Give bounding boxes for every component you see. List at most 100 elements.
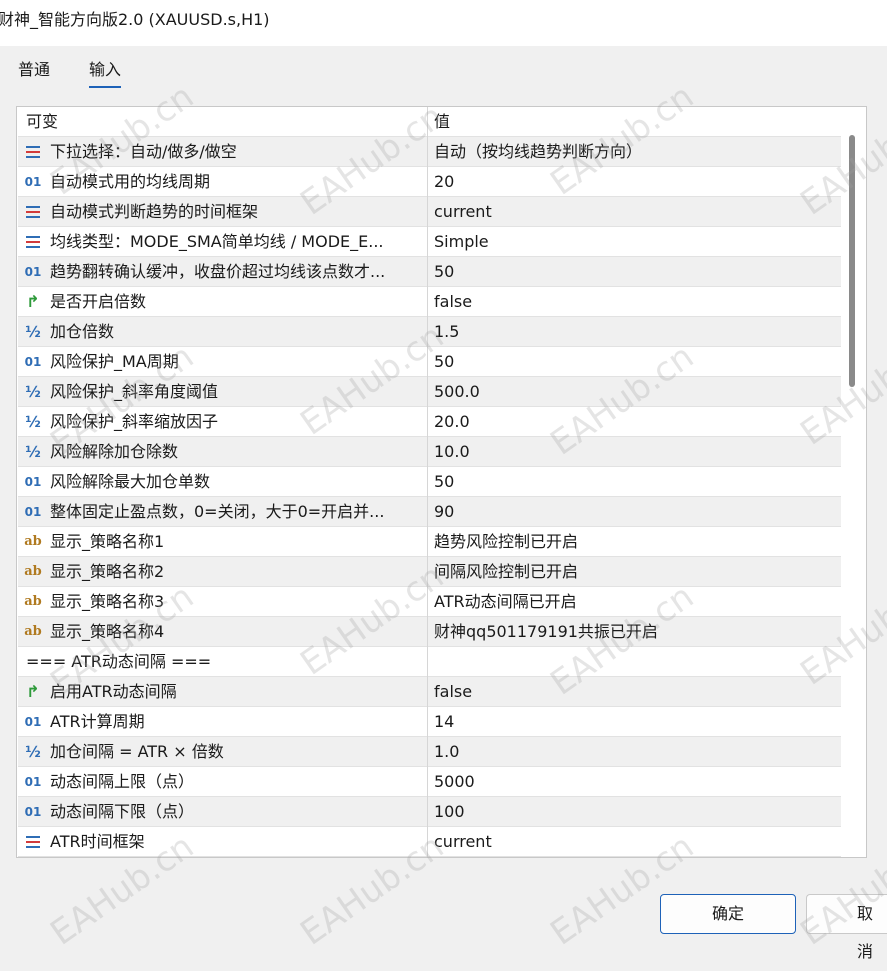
row-name-text: 风险保护_斜率缩放因子 [50, 412, 219, 431]
table-row[interactable]: ab 显示_策略名称3 ATR动态间隔已开启 [18, 587, 841, 617]
table-row[interactable]: === ATR动态间隔 === [18, 647, 841, 677]
row-value[interactable]: 50 [428, 347, 841, 377]
table-row[interactable]: 01 自动模式用的均线周期 20 [18, 167, 841, 197]
table-row[interactable]: ab 显示_策略名称4 财神qq501179191共振已开启 [18, 617, 841, 647]
row-value[interactable]: 14 [428, 707, 841, 737]
row-value[interactable]: 50 [428, 257, 841, 287]
row-variable-name: 01 风险保护_MA周期 [18, 347, 428, 377]
row-variable-name: === ATR动态间隔 === [18, 647, 428, 677]
row-name-text: === ATR动态间隔 === [26, 652, 212, 671]
row-value[interactable]: 100 [428, 797, 841, 827]
row-value[interactable]: 财神qq501179191共振已开启 [428, 617, 841, 647]
row-name-text: 自动模式用的均线周期 [50, 172, 211, 191]
row-value[interactable]: 50 [428, 467, 841, 497]
string-icon: ab [24, 594, 42, 609]
row-variable-name: 01 整体固定止盈点数，0=关闭，大于0=开启并... [18, 497, 428, 527]
row-name-text: 显示_策略名称1 [50, 532, 165, 551]
row-variable-name: 01 自动模式用的均线周期 [18, 167, 428, 197]
window-title: 财神_智能方向版2.0 (XAUUSD.s,H1) [0, 10, 270, 29]
table-row[interactable]: 01 整体固定止盈点数，0=关闭，大于0=开启并... 90 [18, 497, 841, 527]
table-row[interactable]: ½ 加仓倍数 1.5 [18, 317, 841, 347]
table-row[interactable]: ½ 风险保护_斜率缩放因子 20.0 [18, 407, 841, 437]
row-name-text: 显示_策略名称3 [50, 592, 165, 611]
table-row[interactable]: 下拉选择：自动/做多/做空 自动（按均线趋势判断方向） [18, 137, 841, 167]
row-value[interactable]: false [428, 287, 841, 317]
table-row[interactable]: ATR时间框架 current [18, 827, 841, 857]
table-row[interactable]: 01 动态间隔上限（点） 5000 [18, 767, 841, 797]
enum-icon [24, 144, 42, 160]
row-variable-name: ½ 风险保护_斜率缩放因子 [18, 407, 428, 437]
table-row[interactable]: ½ 加仓间隔 = ATR × 倍数 1.0 [18, 737, 841, 767]
int-icon: 01 [24, 355, 42, 369]
row-name-text: 风险保护_斜率角度阈值 [50, 382, 219, 401]
row-name-text: 风险解除加仓除数 [50, 442, 179, 461]
row-name-text: 风险保护_MA周期 [50, 352, 179, 371]
row-variable-name: 01 风险解除最大加仓单数 [18, 467, 428, 497]
table-row[interactable]: 01 风险保护_MA周期 50 [18, 347, 841, 377]
row-name-text: 趋势翻转确认缓冲，收盘价超过均线该点数才... [50, 262, 386, 281]
table-row[interactable]: ↱ 启用ATR动态间隔 false [18, 677, 841, 707]
row-value[interactable] [428, 647, 841, 677]
inputs-grid: 可变 值 下拉选择：自动/做多/做空 自动（按均线趋势判断方向） 01 自动模式用的均… [16, 106, 867, 858]
int-icon: 01 [24, 715, 42, 729]
row-value[interactable]: 间隔风险控制已开启 [428, 557, 841, 587]
row-value[interactable]: 500.0 [428, 377, 841, 407]
row-variable-name: 01 动态间隔上限（点） [18, 767, 428, 797]
row-variable-name: ↱ 是否开启倍数 [18, 287, 428, 317]
table-row[interactable]: ab 显示_策略名称1 趋势风险控制已开启 [18, 527, 841, 557]
row-value[interactable]: 1.5 [428, 317, 841, 347]
table-row[interactable]: ↱ 是否开启倍数 false [18, 287, 841, 317]
row-variable-name: ½ 加仓倍数 [18, 317, 428, 347]
tab-common[interactable]: 普通 [18, 58, 50, 82]
row-name-text: 动态间隔上限（点） [50, 772, 195, 791]
table-row[interactable]: 01 动态间隔下限（点） 100 [18, 797, 841, 827]
enum-icon [24, 204, 42, 220]
row-value[interactable]: current [428, 197, 841, 227]
row-value[interactable]: 5000 [428, 767, 841, 797]
row-name-text: ATR时间框架 [50, 832, 145, 851]
header-value[interactable]: 值 [428, 107, 841, 137]
row-variable-name: 自动模式判断趋势的时间框架 [18, 197, 428, 227]
scrollbar-thumb[interactable] [849, 135, 855, 387]
table-row[interactable]: ½ 风险保护_斜率角度阈值 500.0 [18, 377, 841, 407]
table-row[interactable]: ab 显示_策略名称2 间隔风险控制已开启 [18, 557, 841, 587]
ok-button[interactable]: 确定 [660, 894, 796, 934]
row-variable-name: ab 显示_策略名称2 [18, 557, 428, 587]
table-row[interactable]: 01 风险解除最大加仓单数 50 [18, 467, 841, 497]
int-icon: 01 [24, 805, 42, 819]
row-name-text: 自动模式判断趋势的时间框架 [50, 202, 259, 221]
row-value[interactable]: Simple [428, 227, 841, 257]
row-value[interactable]: 20.0 [428, 407, 841, 437]
grid-header: 可变 值 [18, 107, 841, 137]
row-value[interactable]: 90 [428, 497, 841, 527]
row-value[interactable]: false [428, 677, 841, 707]
header-variable[interactable]: 可变 [18, 107, 428, 137]
row-value[interactable]: 1.0 [428, 737, 841, 767]
row-value[interactable]: 10.0 [428, 437, 841, 467]
cancel-button[interactable]: 取消 [806, 894, 887, 961]
row-name-text: 下拉选择：自动/做多/做空 [50, 142, 237, 161]
row-variable-name: ½ 风险保护_斜率角度阈值 [18, 377, 428, 407]
row-variable-name: 下拉选择：自动/做多/做空 [18, 137, 428, 167]
table-row[interactable]: 均线类型：MODE_SMA简单均线 / MODE_E... Simple [18, 227, 841, 257]
vertical-scrollbar[interactable] [841, 107, 865, 857]
row-variable-name: ATR时间框架 [18, 827, 428, 857]
table-row[interactable]: 01 ATR计算周期 14 [18, 707, 841, 737]
row-value[interactable]: 趋势风险控制已开启 [428, 527, 841, 557]
table-row[interactable]: 01 趋势翻转确认缓冲，收盘价超过均线该点数才... 50 [18, 257, 841, 287]
row-value[interactable]: 20 [428, 167, 841, 197]
bool-icon: ↱ [26, 292, 40, 311]
row-name-text: 整体固定止盈点数，0=关闭，大于0=开启并... [50, 502, 385, 521]
row-value[interactable]: current [428, 827, 841, 857]
double-icon: ½ [25, 323, 41, 341]
tab-inputs[interactable]: 输入 [89, 58, 122, 88]
table-row[interactable]: ½ 风险解除加仓除数 10.0 [18, 437, 841, 467]
row-variable-name: ab 显示_策略名称3 [18, 587, 428, 617]
table-row[interactable]: 自动模式判断趋势的时间框架 current [18, 197, 841, 227]
double-icon: ½ [25, 443, 41, 461]
row-value[interactable]: 自动（按均线趋势判断方向） [428, 137, 841, 167]
double-icon: ½ [25, 743, 41, 761]
row-value[interactable]: ATR动态间隔已开启 [428, 587, 841, 617]
enum-icon [24, 234, 42, 250]
int-icon: 01 [24, 475, 42, 489]
